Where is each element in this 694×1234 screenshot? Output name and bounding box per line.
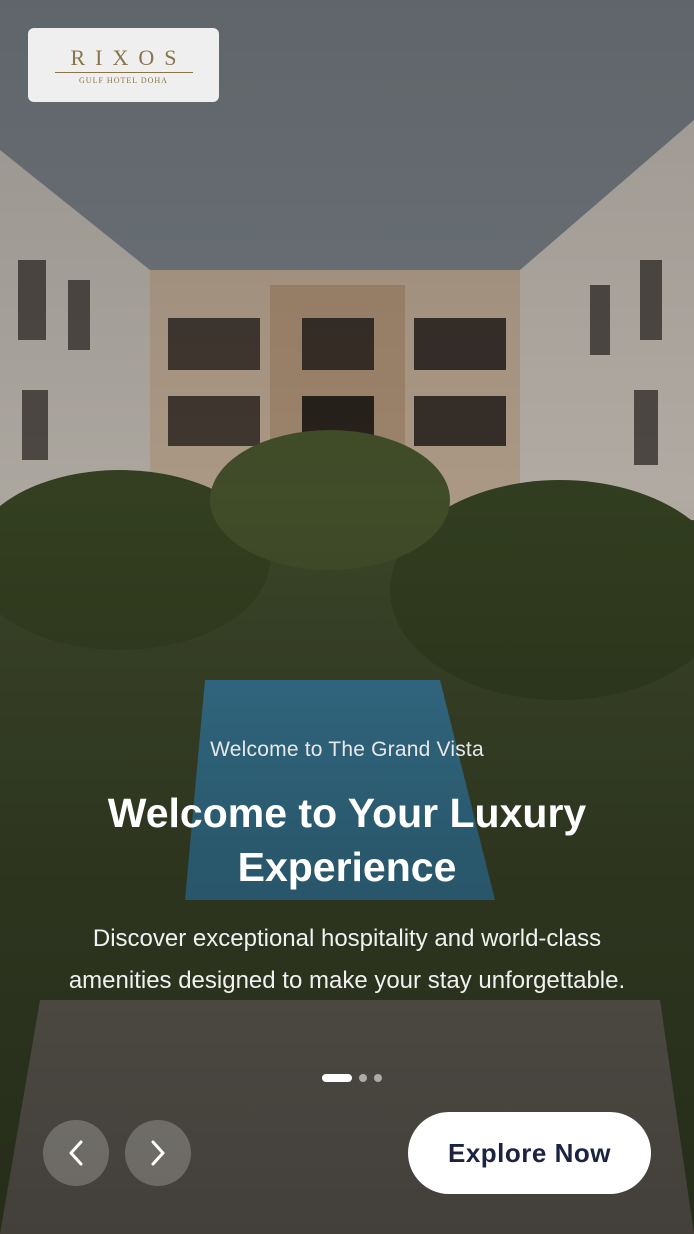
hero-headline: Welcome to Your Luxury Experience <box>107 790 587 890</box>
hotel-logo[interactable]: RIXOS GULF HOTEL DOHA <box>28 28 219 102</box>
hero-eyebrow: Welcome to The Grand Vista <box>210 738 484 761</box>
explore-now-button[interactable]: Explore Now <box>408 1112 651 1194</box>
hero-description: Discover exceptional hospitality and wor… <box>68 925 626 994</box>
carousel-indicators <box>0 1074 694 1082</box>
chevron-left-icon <box>69 1140 83 1166</box>
carousel-dot[interactable] <box>359 1074 367 1082</box>
logo-subtitle: GULF HOTEL DOHA <box>79 76 168 85</box>
carousel-dot-active[interactable] <box>322 1074 352 1082</box>
previous-slide-button[interactable] <box>43 1120 109 1186</box>
logo-divider <box>54 72 193 73</box>
next-slide-button[interactable] <box>125 1120 191 1186</box>
chevron-right-icon <box>151 1140 165 1166</box>
logo-wordmark: RIXOS <box>70 45 187 70</box>
hero-content: Welcome to The Grand Vista Welcome to Yo… <box>0 738 694 1002</box>
hero-screen: RIXOS GULF HOTEL DOHA Welcome to The Gra… <box>0 0 694 1234</box>
carousel-dot[interactable] <box>374 1074 382 1082</box>
background-dim-overlay <box>0 0 694 1234</box>
